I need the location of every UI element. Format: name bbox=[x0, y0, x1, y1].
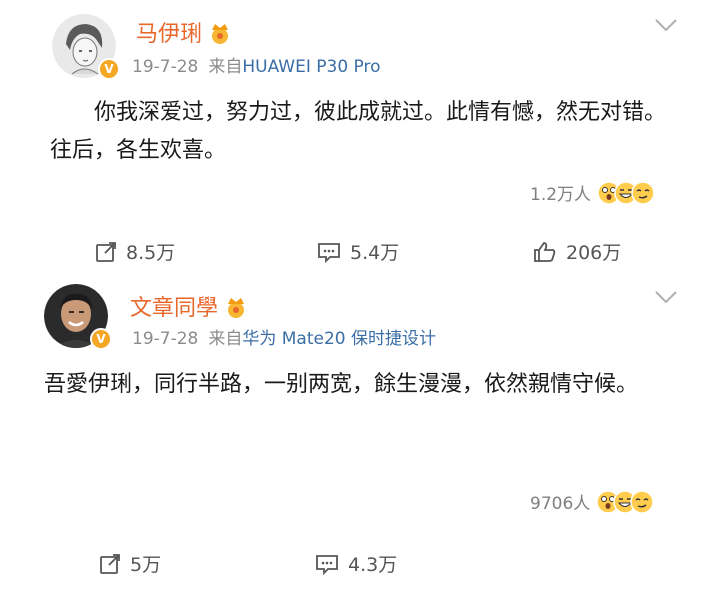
action-bar: 5万 4.3万 bbox=[0, 544, 719, 584]
comment-button[interactable]: 5.4万 bbox=[316, 238, 399, 265]
post-date: 19-7-28 bbox=[132, 57, 199, 77]
chevron-down-icon[interactable] bbox=[654, 290, 678, 304]
repost-icon bbox=[96, 241, 116, 262]
reaction-count: 9706人 bbox=[530, 494, 591, 514]
username-label: 马伊琍 bbox=[136, 22, 203, 47]
verified-badge-icon: V bbox=[90, 328, 112, 350]
thumbs-up-icon bbox=[534, 241, 556, 262]
post-meta: 19-7-28 来自华为 Mate20 保时捷设计 bbox=[132, 324, 436, 349]
action-bar: 8.5万 5.4万 206万 bbox=[0, 232, 719, 272]
repost-button[interactable]: 5万 bbox=[98, 550, 161, 577]
weibo-post-2: V 文章同學 19-7-28 来自华为 Mate20 保时捷设计 吾愛伊琍，同行半… bbox=[0, 278, 719, 589]
crown-badge-icon bbox=[212, 24, 229, 44]
post-content: 吾愛伊琍，同行半路，一别两宽，餘生漫漫，依然親情守候。 bbox=[44, 372, 639, 397]
crown-badge-icon bbox=[228, 298, 245, 318]
repost-count: 8.5万 bbox=[126, 242, 176, 264]
reaction-summary[interactable]: 9706人 bbox=[530, 489, 655, 514]
weibo-post-1: V 马伊琍 19-7-28 来自HUAWEI P30 Pro 你我深爱过，努力过，… bbox=[0, 0, 719, 278]
emoji-reactions bbox=[597, 180, 655, 205]
reaction-summary[interactable]: 1.2万人 bbox=[530, 180, 655, 205]
comment-icon bbox=[316, 554, 338, 575]
username-label: 文章同學 bbox=[130, 296, 219, 321]
source-device-link[interactable]: 华为 Mate20 保时捷设计 bbox=[242, 329, 436, 349]
verified-badge-icon: V bbox=[98, 58, 120, 80]
post-date: 19-7-28 bbox=[132, 329, 199, 349]
username[interactable]: 文章同學 bbox=[130, 290, 248, 322]
username[interactable]: 马伊琍 bbox=[136, 16, 232, 48]
source-prefix: 来自 bbox=[208, 57, 243, 77]
repost-icon bbox=[100, 553, 120, 574]
post-content: 你我深爱过，努力过，彼此成就过。此情有憾，然无对错。往后，各生欢喜。 bbox=[50, 100, 667, 163]
chevron-down-icon[interactable] bbox=[654, 18, 678, 32]
comment-button[interactable]: 4.3万 bbox=[314, 550, 397, 577]
like-count: 206万 bbox=[566, 242, 622, 264]
like-button[interactable]: 206万 bbox=[532, 238, 621, 265]
post-meta: 19-7-28 来自HUAWEI P30 Pro bbox=[132, 52, 381, 77]
smirk-face-icon bbox=[631, 180, 655, 205]
comment-icon bbox=[318, 242, 340, 263]
reaction-count: 1.2万人 bbox=[530, 185, 592, 205]
avatar[interactable]: V bbox=[44, 284, 112, 350]
source-prefix: 来自 bbox=[208, 329, 243, 349]
avatar[interactable]: V bbox=[52, 14, 120, 80]
source-device-link[interactable]: HUAWEI P30 Pro bbox=[242, 57, 380, 77]
comment-count: 5.4万 bbox=[350, 242, 400, 264]
repost-button[interactable]: 8.5万 bbox=[94, 238, 175, 265]
comment-count: 4.3万 bbox=[348, 554, 398, 576]
smirk-face-icon bbox=[630, 489, 655, 514]
emoji-reactions bbox=[596, 489, 655, 514]
repost-count: 5万 bbox=[130, 554, 162, 576]
